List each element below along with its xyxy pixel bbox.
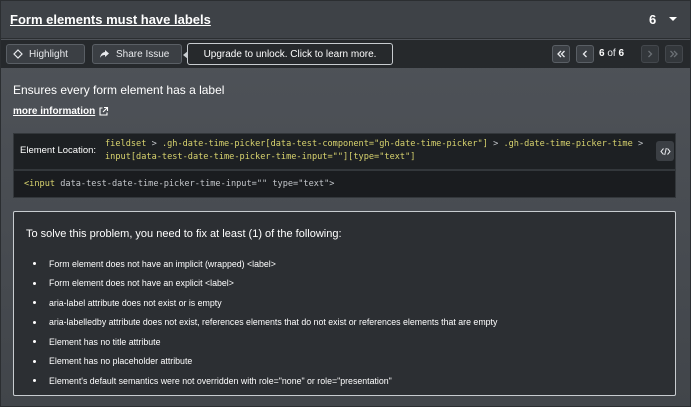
double-chevron-left-icon bbox=[557, 50, 565, 58]
selector-part: > bbox=[146, 139, 162, 149]
upgrade-tooltip[interactable]: Upgrade to unlock. Click to learn more. bbox=[183, 43, 393, 65]
fix-item-text: Form element does not have an explicit <… bbox=[49, 278, 234, 289]
previous-page-button[interactable] bbox=[576, 45, 594, 63]
selector-part: > bbox=[487, 139, 504, 149]
highlight-icon bbox=[13, 49, 23, 59]
snippet-attributes: data-test-date-time-picker-time-input=""… bbox=[55, 179, 335, 189]
share-issue-label: Share Issue bbox=[116, 48, 170, 60]
selector-part: .gh-date-time-picker-time bbox=[503, 139, 633, 149]
pager-current: 6 bbox=[599, 48, 605, 59]
bullet-icon bbox=[33, 340, 36, 344]
issue-header[interactable]: Form elements must have labels 6 bbox=[1, 1, 690, 39]
chevron-right-icon bbox=[648, 50, 653, 58]
selector-part: .gh-date-time-picker[data-test-component… bbox=[161, 139, 488, 149]
bullet-icon bbox=[33, 320, 36, 324]
fix-item: Form element does not have an implicit (… bbox=[28, 254, 497, 274]
next-page-button[interactable] bbox=[641, 45, 659, 63]
external-link-icon bbox=[99, 106, 109, 116]
fix-item: aria-labelledby attribute does not exist… bbox=[28, 313, 497, 333]
chevron-left-icon bbox=[582, 50, 587, 58]
issue-summary: Ensures every form element has a label bbox=[13, 83, 225, 97]
fix-item: aria-label attribute does not exist or i… bbox=[28, 293, 497, 313]
issue-panel: Form elements must have labels 6 Highlig… bbox=[0, 0, 691, 407]
first-page-button[interactable] bbox=[552, 45, 570, 63]
fix-item-text: aria-labelledby attribute does not exist… bbox=[49, 317, 498, 328]
code-icon bbox=[659, 147, 671, 155]
pager-total: 6 bbox=[618, 48, 625, 59]
issue-title[interactable]: Form elements must have labels bbox=[10, 12, 211, 27]
fix-suggestions-box: To solve this problem, you need to fix a… bbox=[13, 211, 676, 396]
element-location-box: Element Location: fieldset > .gh-date-ti… bbox=[13, 133, 676, 170]
fix-heading: To solve this problem, you need to fix a… bbox=[26, 228, 342, 240]
fix-item: Form element does not have an explicit <… bbox=[28, 274, 497, 294]
fix-item-text: Element has no placeholder attribute bbox=[49, 356, 193, 367]
fix-item: Element has no placeholder attribute bbox=[28, 352, 497, 372]
snippet-tag: <input bbox=[24, 179, 56, 189]
bullet-icon bbox=[33, 379, 36, 383]
element-location-label: Element Location: bbox=[20, 145, 97, 156]
bullet-icon bbox=[33, 281, 36, 285]
double-chevron-right-icon bbox=[670, 50, 678, 58]
bullet-icon bbox=[33, 301, 36, 305]
fix-item: Element has no title attribute bbox=[28, 332, 497, 352]
highlight-label: Highlight bbox=[29, 48, 68, 60]
share-issue-button[interactable]: Share Issue bbox=[92, 44, 182, 64]
fix-list: Form element does not have an implicit (… bbox=[28, 254, 497, 391]
share-icon bbox=[100, 50, 109, 58]
selector-part: input[data-test-date-time-picker-time-in… bbox=[105, 152, 416, 162]
fix-item-text: Element's default semantics were not ove… bbox=[49, 375, 392, 386]
html-snippet: <input data-test-date-time-picker-time-i… bbox=[24, 179, 334, 189]
chevron-down-icon[interactable] bbox=[667, 13, 679, 25]
more-information-link[interactable]: more information bbox=[13, 106, 109, 117]
last-page-button[interactable] bbox=[665, 45, 683, 63]
selector-part: fieldset bbox=[105, 139, 147, 149]
pager-indicator: 6 of 6 bbox=[599, 48, 624, 59]
fix-item: Element's default semantics were not ove… bbox=[28, 371, 497, 391]
bullet-icon bbox=[33, 359, 36, 363]
fix-item-text: aria-label attribute does not exist or i… bbox=[49, 297, 222, 308]
highlight-button[interactable]: Highlight bbox=[6, 44, 85, 64]
fix-item-text: Element has no title attribute bbox=[49, 336, 161, 347]
fix-item-text: Form element does not have an implicit (… bbox=[49, 258, 276, 269]
selector-part: > bbox=[632, 139, 644, 149]
pager-of: of bbox=[607, 48, 616, 59]
bullet-icon bbox=[33, 262, 36, 266]
more-information-label: more information bbox=[13, 106, 96, 117]
upgrade-tooltip-text: Upgrade to unlock. Click to learn more. bbox=[203, 48, 377, 60]
element-location-selector: fieldset > .gh-date-time-picker[data-tes… bbox=[105, 138, 653, 164]
toggle-code-button[interactable] bbox=[656, 141, 674, 161]
html-snippet-box: <input data-test-date-time-picker-time-i… bbox=[13, 170, 676, 198]
issue-count: 6 bbox=[649, 12, 657, 27]
